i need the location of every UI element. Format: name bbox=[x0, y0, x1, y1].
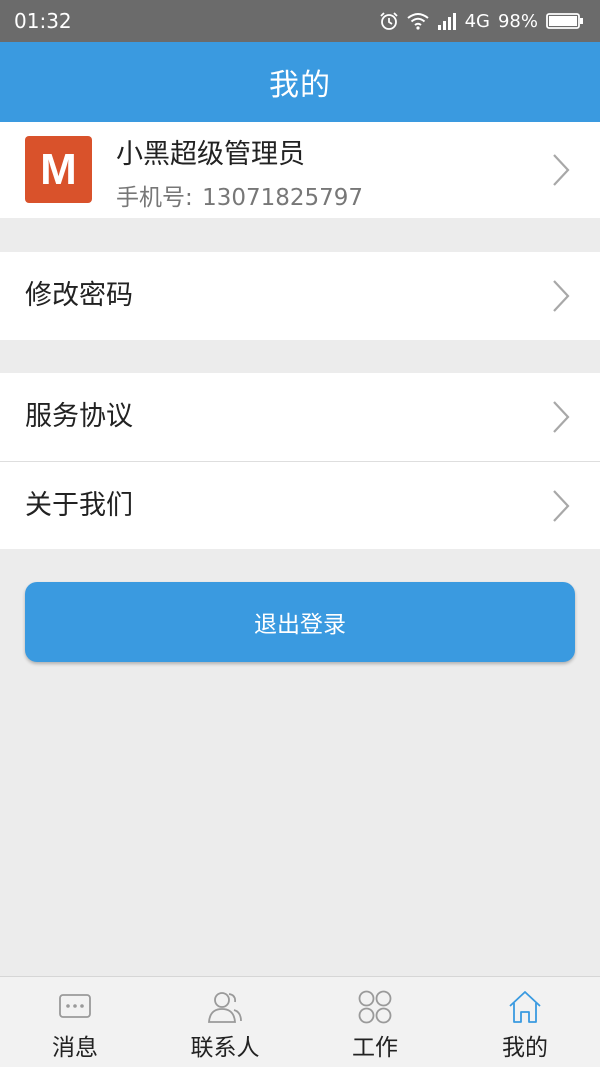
tab-label: 我的 bbox=[502, 1035, 548, 1061]
status-bar: 01:32 4G 98% bbox=[0, 0, 600, 42]
chevron-right-icon bbox=[553, 401, 570, 433]
chevron-right-icon bbox=[553, 154, 570, 186]
tab-label: 消息 bbox=[52, 1035, 98, 1061]
page-title: 我的 bbox=[269, 68, 331, 103]
tab-messages[interactable]: 消息 bbox=[0, 977, 150, 1067]
menu-item-service-agreement[interactable]: 服务协议 bbox=[0, 373, 600, 461]
phone-number: 13071825797 bbox=[202, 185, 364, 211]
tab-mine[interactable]: 我的 bbox=[450, 977, 600, 1067]
message-icon bbox=[59, 994, 91, 1018]
work-grid-icon bbox=[358, 990, 392, 1024]
user-name: 小黑超级管理员 bbox=[116, 139, 305, 170]
header: 我的 bbox=[0, 42, 600, 122]
avatar: M bbox=[25, 136, 92, 203]
profile-card[interactable]: M 小黑超级管理员 手机号: 13071825797 bbox=[0, 122, 600, 218]
battery-icon bbox=[546, 13, 583, 29]
menu-item-about-us[interactable]: 关于我们 bbox=[0, 462, 600, 549]
menu-label: 关于我们 bbox=[25, 490, 133, 521]
chevron-right-icon bbox=[553, 280, 570, 312]
user-phone: 手机号: 13071825797 bbox=[116, 178, 363, 212]
logout-button[interactable]: 退出登录 bbox=[25, 582, 575, 662]
home-icon bbox=[509, 991, 541, 1023]
wifi-icon bbox=[406, 13, 429, 30]
status-icons: 4G 98% bbox=[379, 8, 584, 34]
tab-contacts[interactable]: 联系人 bbox=[150, 977, 300, 1067]
tab-label: 工作 bbox=[352, 1035, 398, 1061]
menu-label: 修改密码 bbox=[25, 280, 133, 311]
alarm-icon bbox=[379, 12, 398, 30]
battery-percent: 98% bbox=[497, 10, 538, 32]
menu-item-change-password[interactable]: 修改密码 bbox=[0, 252, 600, 340]
menu-label: 服务协议 bbox=[25, 401, 133, 432]
contacts-icon bbox=[208, 992, 242, 1023]
bottom-tab-bar: 消息 联系人 工作 我的 bbox=[0, 976, 600, 1067]
chevron-right-icon bbox=[553, 490, 570, 522]
tab-work[interactable]: 工作 bbox=[300, 977, 450, 1067]
phone-label: 手机号: bbox=[116, 185, 193, 211]
signal-icon bbox=[437, 13, 456, 30]
tab-label: 联系人 bbox=[190, 1035, 260, 1061]
network-type: 4G bbox=[464, 10, 490, 32]
status-time: 01:32 bbox=[14, 9, 72, 33]
